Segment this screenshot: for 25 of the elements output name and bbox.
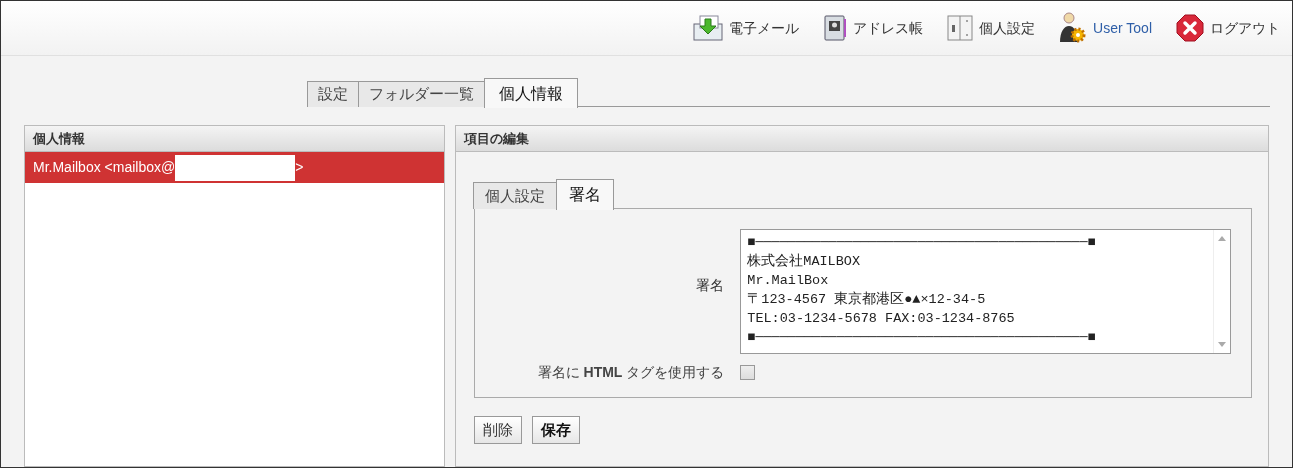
signature-textarea[interactable]: ■─────────────────────────────────────────■ 株式会社MAILBOX Mr.MailBox 〒123-4567 東京都港区●▲×12-34-5 TEL:03-1234-5678 FAX:03-1234-8765 ■─────────────────────────────────────────■ (740, 229, 1232, 354)
toolbar-button[interactable]: 個人設定 (947, 15, 1036, 41)
tab[interactable]: フォルダー一覧 (358, 81, 485, 107)
panel-door-icon (947, 15, 974, 41)
field-label: 署名 (696, 276, 725, 295)
button[interactable]: 削除 (474, 416, 523, 444)
mail-download-icon (693, 15, 724, 41)
tab[interactable]: 個人設定 (473, 182, 558, 209)
list-item[interactable]: Mr.Mailbox <mailbox@ > (25, 152, 445, 183)
toolbar-button[interactable]: 電子メール (693, 15, 800, 41)
address-book-icon (823, 15, 848, 41)
tab[interactable]: 設定 (307, 81, 359, 107)
tab[interactable]: 署名 (556, 179, 615, 210)
scroll-up-icon[interactable] (1218, 236, 1227, 241)
tab[interactable]: 個人情報 (484, 78, 578, 108)
toolbar-button[interactable]: ログアウト (1176, 14, 1280, 42)
button[interactable]: 保存 (532, 416, 581, 444)
close-icon (1176, 14, 1204, 42)
scroll-down-icon[interactable] (1218, 342, 1227, 347)
user-gear-icon (1059, 12, 1088, 44)
checkbox[interactable] (740, 365, 756, 380)
panel-header: 個人情報 (25, 126, 445, 152)
checkbox-label: 署名に HTML タグを使用する (537, 363, 725, 382)
toolbar-button[interactable]: アドレス帳 (823, 15, 924, 41)
toolbar-button[interactable]: User Tool (1059, 12, 1152, 44)
